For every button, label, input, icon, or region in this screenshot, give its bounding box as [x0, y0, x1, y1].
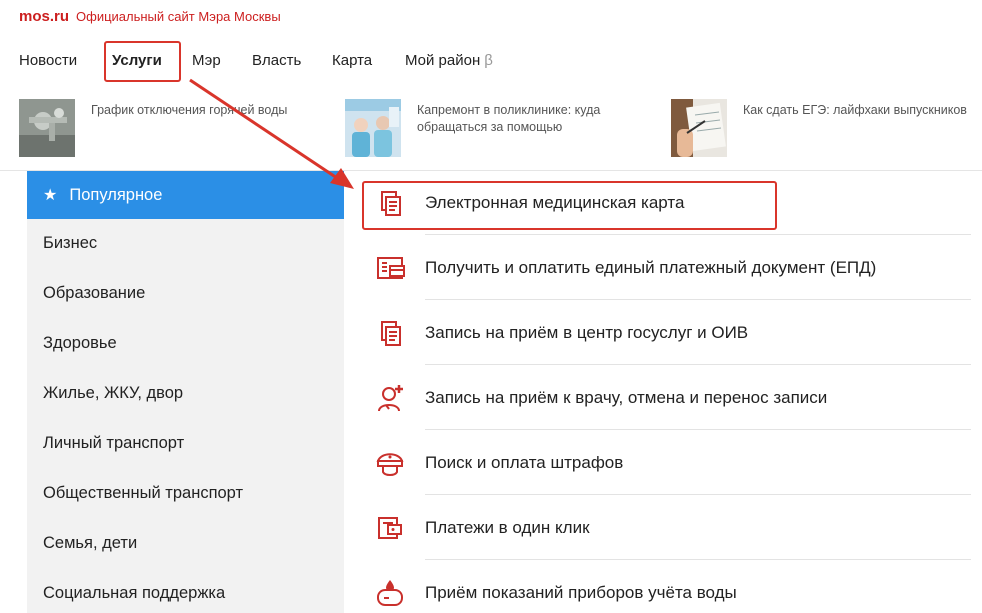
doctor-icon: [378, 384, 403, 411]
news-item[interactable]: График отключения горячей воды: [19, 99, 287, 157]
exam-photo-icon: [671, 99, 727, 157]
service-label: Поиск и оплата штрафов: [425, 452, 624, 472]
news-strip: График отключения горячей воды Капремонт…: [0, 99, 982, 161]
nav-item-my-district-label: Мой район: [405, 52, 481, 69]
nav-item-news[interactable]: Новости: [19, 52, 77, 69]
service-label: Платежи в один клик: [425, 517, 590, 537]
site-title[interactable]: Официальный сайт Мэра Москвы: [76, 9, 281, 24]
payment-doc-icon: [377, 256, 405, 279]
nav-item-mayor[interactable]: Мэр: [192, 52, 221, 69]
service-item-water-meter[interactable]: Приём показаний приборов учёта воды: [372, 560, 971, 613]
category-health[interactable]: Здоровье: [43, 334, 117, 353]
service-label: Запись на приём в центр госуслуг и ОИВ: [425, 322, 749, 342]
site-header: mos.ru Официальный сайт Мэра Москвы: [19, 8, 281, 25]
category-label: Популярное: [69, 185, 163, 204]
nav-item-government[interactable]: Власть: [252, 52, 301, 69]
news-title: Как сдать ЕГЭ: лайфхаки выпускников: [743, 103, 967, 117]
service-item-one-click-payment[interactable]: Платежи в один клик: [372, 495, 971, 560]
category-personal-transport[interactable]: Личный транспорт: [43, 434, 184, 453]
category-education[interactable]: Образование: [43, 284, 145, 303]
news-item[interactable]: Капремонт в поликлинике: куда обращаться…: [345, 99, 600, 157]
service-item-epd[interactable]: Получить и оплатить единый платежный док…: [372, 235, 971, 300]
document-icon: [381, 320, 401, 346]
category-family[interactable]: Семья, дети: [43, 534, 137, 553]
service-label: Запись на приём к врачу, отмена и перено…: [425, 387, 828, 407]
beta-badge: β: [484, 52, 493, 69]
clinic-photo-icon: [345, 99, 401, 157]
nav-item-my-district[interactable]: Мой район β: [405, 52, 493, 69]
news-title: График отключения горячей воды: [91, 103, 288, 117]
nav-item-map[interactable]: Карта: [332, 52, 372, 69]
news-title: Капремонт в поликлинике: куда обращаться…: [417, 103, 601, 134]
site-logo[interactable]: mos.ru: [19, 8, 69, 25]
category-social-support[interactable]: Социальная поддержка: [43, 584, 225, 603]
category-popular[interactable]: ★ Популярное: [27, 171, 344, 219]
service-label: Получить и оплатить единый платежный док…: [425, 257, 877, 277]
service-item-doctor-appointment[interactable]: Запись на приём к врачу, отмена и перено…: [372, 365, 971, 430]
police-cap-icon: [376, 452, 404, 476]
services-highlight-box: [104, 41, 181, 82]
category-business[interactable]: Бизнес: [43, 234, 97, 253]
service-item-appointment-center[interactable]: Запись на приём в центр госуслуг и ОИВ: [372, 300, 971, 365]
category-housing[interactable]: Жилье, ЖКУ, двор: [43, 384, 183, 403]
water-meter-icon: [377, 579, 403, 606]
news-item[interactable]: Как сдать ЕГЭ: лайфхаки выпускников: [671, 99, 967, 157]
star-icon: ★: [43, 187, 58, 204]
faucet-photo-icon: [19, 99, 75, 157]
wallet-icon: [378, 516, 402, 539]
category-sidebar: ★ Популярное Бизнес Образование Здоровье…: [27, 171, 344, 613]
service-item-fines[interactable]: Поиск и оплата штрафов: [372, 430, 971, 495]
service-label: Приём показаний приборов учёта воды: [425, 582, 737, 602]
medical-card-highlight-box: [362, 181, 777, 230]
category-public-transport[interactable]: Общественный транспорт: [43, 484, 243, 503]
